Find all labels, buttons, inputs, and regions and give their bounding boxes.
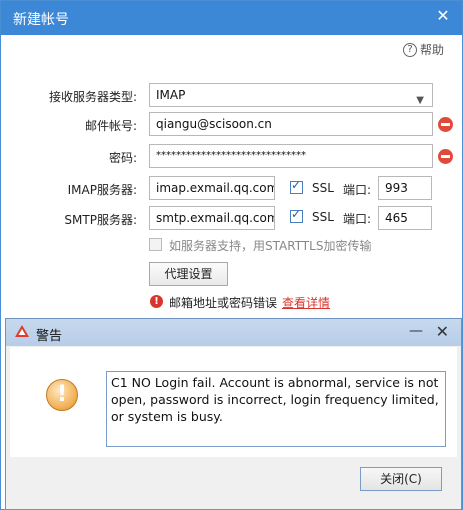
protocol-value: IMAP	[156, 88, 186, 102]
imap-server-input[interactable]: imap.exmail.qq.com	[149, 176, 275, 200]
warning-icon: !	[46, 379, 78, 411]
warning-title: 警告	[36, 329, 63, 344]
protocol-select[interactable]: IMAP ▼	[149, 83, 433, 107]
password-error-icon	[438, 149, 453, 164]
imap-label: IMAP服务器:	[67, 183, 137, 197]
close-icon[interactable]: ✕	[436, 322, 449, 341]
starttls-label: 如服务器支持，用STARTTLS加密传输	[169, 239, 372, 253]
warning-title-bar: 警告 — ✕	[6, 319, 461, 346]
close-button[interactable]: 关闭(C)	[360, 467, 442, 491]
starttls-checkbox[interactable]	[149, 238, 162, 251]
imap-server-value: imap.exmail.qq.com	[156, 181, 275, 195]
chevron-down-icon: ▼	[416, 95, 424, 106]
smtp-ssl-label: SSL	[312, 210, 334, 224]
account-input[interactable]: qiangu@scisoon.cn	[149, 112, 433, 136]
warning-message: C1 NO Login fail. Account is abnormal, s…	[111, 375, 439, 424]
account-value: qiangu@scisoon.cn	[156, 117, 272, 131]
close-icon[interactable]: ✕	[434, 7, 452, 25]
minimize-icon[interactable]: —	[409, 323, 423, 339]
password-label: 密码:	[108, 151, 137, 165]
dialog-title: 新建帐号	[13, 12, 69, 28]
imap-ssl-label: SSL	[312, 181, 334, 195]
account-label: 邮件帐号:	[84, 119, 137, 133]
view-details-link[interactable]: 查看详情	[282, 294, 330, 311]
error-icon: !	[150, 295, 163, 308]
help-label: 帮助	[420, 43, 445, 57]
smtp-port-value: 465	[385, 211, 408, 225]
warning-body: ! C1 NO Login fail. Account is abnormal,…	[10, 347, 457, 457]
help-link[interactable]: ? 帮助	[403, 41, 444, 58]
warning-dialog: 警告 — ✕ ! C1 NO Login fail. Account is ab…	[5, 318, 462, 510]
account-error-icon	[438, 117, 453, 132]
smtp-ssl-checkbox[interactable]	[290, 207, 303, 223]
smtp-server-input[interactable]: smtp.exmail.qq.com	[149, 206, 275, 230]
warning-message-box[interactable]: C1 NO Login fail. Account is abnormal, s…	[106, 371, 446, 447]
password-value: ******************************	[156, 150, 306, 161]
app-logo-icon	[15, 325, 29, 337]
imap-ssl-checkbox[interactable]	[290, 178, 303, 194]
smtp-port-input[interactable]: 465	[378, 206, 432, 230]
help-icon: ?	[403, 42, 417, 57]
password-input[interactable]: ******************************	[149, 144, 433, 168]
imap-port-input[interactable]: 993	[378, 176, 432, 200]
proxy-settings-button[interactable]: 代理设置	[149, 262, 228, 286]
error-message: 邮箱地址或密码错误	[169, 296, 278, 310]
imap-port-value: 993	[385, 181, 408, 195]
smtp-label: SMTP服务器:	[64, 213, 137, 227]
dialog-title-bar: 新建帐号 ✕	[1, 1, 462, 35]
smtp-server-value: smtp.exmail.qq.com	[156, 211, 275, 225]
smtp-port-label: 端口:	[343, 212, 372, 226]
protocol-label: 接收服务器类型:	[48, 90, 137, 104]
imap-port-label: 端口:	[343, 183, 372, 197]
